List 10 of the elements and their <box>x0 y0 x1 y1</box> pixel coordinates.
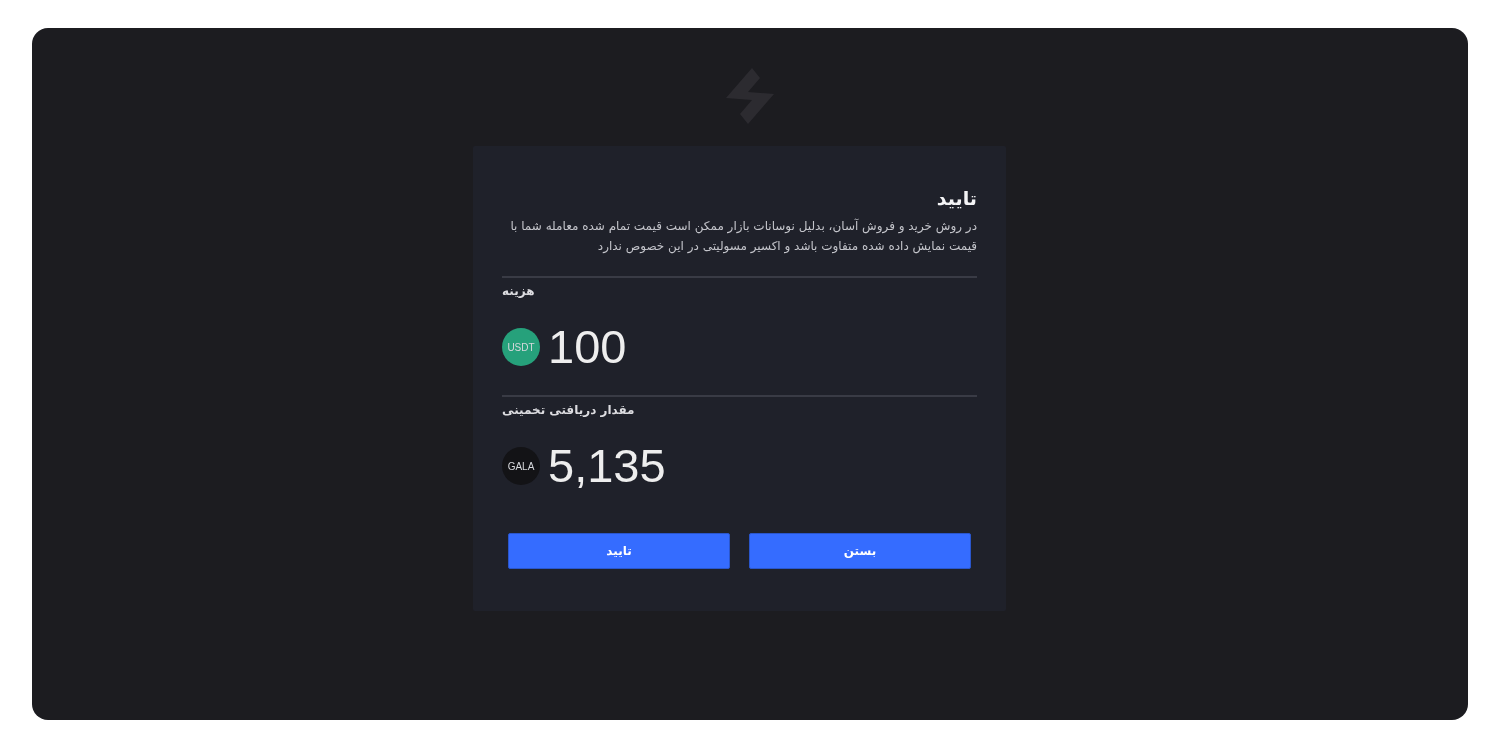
section-label: هزینه <box>502 283 535 299</box>
confirm-button[interactable]: تایید <box>508 533 730 569</box>
amount-value: 5,135 <box>548 440 666 492</box>
section-label: مقدار دریافتی تخمینی <box>502 402 635 418</box>
amount-value: 100 <box>548 321 627 373</box>
dialog-message: در روش خرید و فروش آسان، بدلیل نوسانات بازار ممکن است قیمت تمام شده معامله شما با قیمت نمایش داده شده متفاوت باشد و اکسیر مسولیتی در این خصوص ندارد <box>509 217 977 256</box>
token-badge: USDT <box>502 328 540 366</box>
dialog-title: تایید <box>935 186 977 210</box>
close-button[interactable]: بستن <box>749 533 971 569</box>
token-badge: GALA <box>502 447 540 485</box>
